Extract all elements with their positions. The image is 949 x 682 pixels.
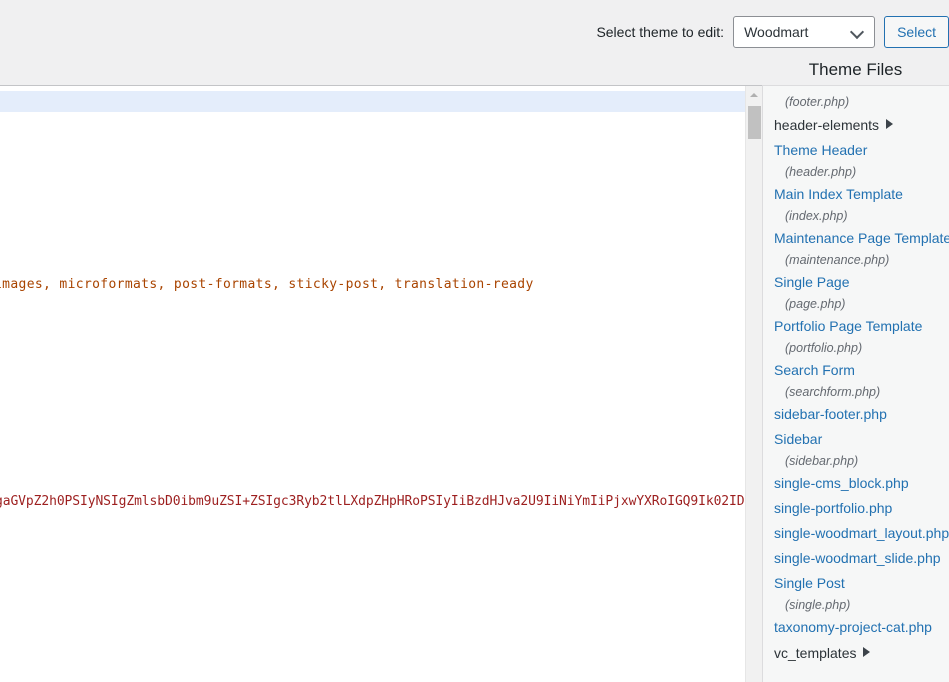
- theme-file-filename: (page.php): [774, 295, 939, 314]
- theme-folder-label: vc_templates: [774, 645, 856, 661]
- theme-file-filename: (portfolio.php): [774, 339, 939, 358]
- code-line-tags: images, microformats, post-formats, stic…: [0, 274, 534, 295]
- theme-files-list: Theme Footer(footer.php) header-elements T…: [763, 85, 949, 666]
- theme-file-link[interactable]: single-cms_block.php: [774, 471, 939, 496]
- theme-file-link[interactable]: single-woodmart_slide.php: [774, 546, 939, 571]
- theme-file-link[interactable]: Portfolio Page Template: [774, 314, 939, 339]
- caret-right-icon: [863, 647, 870, 657]
- theme-file-item: Theme Footer(footer.php): [763, 85, 949, 112]
- theme-select-value: Woodmart: [734, 24, 850, 40]
- theme-file-item: single-cms_block.php: [763, 471, 949, 496]
- triangle-up-icon[interactable]: [746, 86, 762, 103]
- theme-file-item: single-woodmart_slide.php: [763, 546, 949, 571]
- theme-files-panel: Theme Footer(footer.php) header-elements T…: [762, 85, 949, 682]
- editor-vertical-scrollbar[interactable]: [745, 86, 762, 682]
- theme-file-link[interactable]: Main Index Template: [774, 182, 939, 207]
- theme-file-filename: (footer.php): [774, 93, 939, 112]
- theme-file-link[interactable]: Theme Footer: [774, 85, 939, 93]
- code-line-base64: gaGVpZ2h0PSIyNSIgZmlsbD0ibm9uZSI+ZSIgc3R…: [0, 491, 745, 512]
- theme-folder-header-elements[interactable]: header-elements: [774, 112, 939, 138]
- theme-file-filename: (single.php): [774, 596, 939, 615]
- theme-file-filename: (sidebar.php): [774, 452, 939, 471]
- theme-file-link[interactable]: Single Page: [774, 270, 939, 295]
- theme-file-link[interactable]: taxonomy-project-cat.php: [774, 615, 939, 640]
- theme-file-item: Single Page(page.php): [763, 270, 949, 314]
- code-editor-textarea[interactable]: images, microformats, post-formats, stic…: [0, 86, 745, 682]
- theme-file-item: Theme Header(header.php): [763, 138, 949, 182]
- theme-file-filename: (maintenance.php): [774, 251, 939, 270]
- active-line-highlight: [0, 91, 745, 112]
- theme-file-link[interactable]: Theme Header: [774, 138, 939, 163]
- theme-file-item: Maintenance Page Template(maintenance.ph…: [763, 226, 949, 270]
- code-editor-panel: images, microformats, post-formats, stic…: [0, 85, 762, 682]
- theme-file-link[interactable]: Maintenance Page Template: [774, 226, 939, 251]
- theme-folder-label: header-elements: [774, 117, 879, 133]
- scrollbar-thumb[interactable]: [748, 106, 761, 139]
- theme-file-item: Sidebar(sidebar.php): [763, 427, 949, 471]
- theme-editor-screen: Select theme to edit: Woodmart Select Th…: [0, 0, 949, 682]
- select-theme-button[interactable]: Select: [884, 16, 949, 48]
- theme-file-item: Main Index Template(index.php): [763, 182, 949, 226]
- theme-file-link[interactable]: Search Form: [774, 358, 939, 383]
- select-theme-label: Select theme to edit:: [596, 14, 724, 50]
- theme-file-item: header-elements: [763, 112, 949, 138]
- theme-file-item: taxonomy-project-cat.php: [763, 615, 949, 640]
- theme-file-link[interactable]: Single Post: [774, 571, 939, 596]
- theme-file-link[interactable]: sidebar-footer.php: [774, 402, 939, 427]
- theme-file-item: Search Form(searchform.php): [763, 358, 949, 402]
- theme-file-item: Single Post(single.php): [763, 571, 949, 615]
- theme-file-item: single-portfolio.php: [763, 496, 949, 521]
- theme-file-item: Portfolio Page Template(portfolio.php): [763, 314, 949, 358]
- theme-select-controls: Select theme to edit: Woodmart Select: [596, 14, 949, 50]
- theme-files-heading: Theme Files: [762, 58, 949, 82]
- theme-file-filename: (header.php): [774, 163, 939, 182]
- theme-select-dropdown[interactable]: Woodmart: [733, 16, 875, 48]
- theme-file-link[interactable]: single-portfolio.php: [774, 496, 939, 521]
- theme-folder-vc_templates[interactable]: vc_templates: [774, 640, 939, 666]
- theme-file-link[interactable]: Sidebar: [774, 427, 939, 452]
- caret-right-icon: [886, 119, 893, 129]
- theme-file-link[interactable]: single-woodmart_layout.php: [774, 521, 939, 546]
- theme-file-item: single-woodmart_layout.php: [763, 521, 949, 546]
- theme-file-filename: (index.php): [774, 207, 939, 226]
- theme-file-item: sidebar-footer.php: [763, 402, 949, 427]
- chevron-down-icon: [850, 24, 866, 40]
- theme-file-filename: (searchform.php): [774, 383, 939, 402]
- theme-file-item: vc_templates: [763, 640, 949, 666]
